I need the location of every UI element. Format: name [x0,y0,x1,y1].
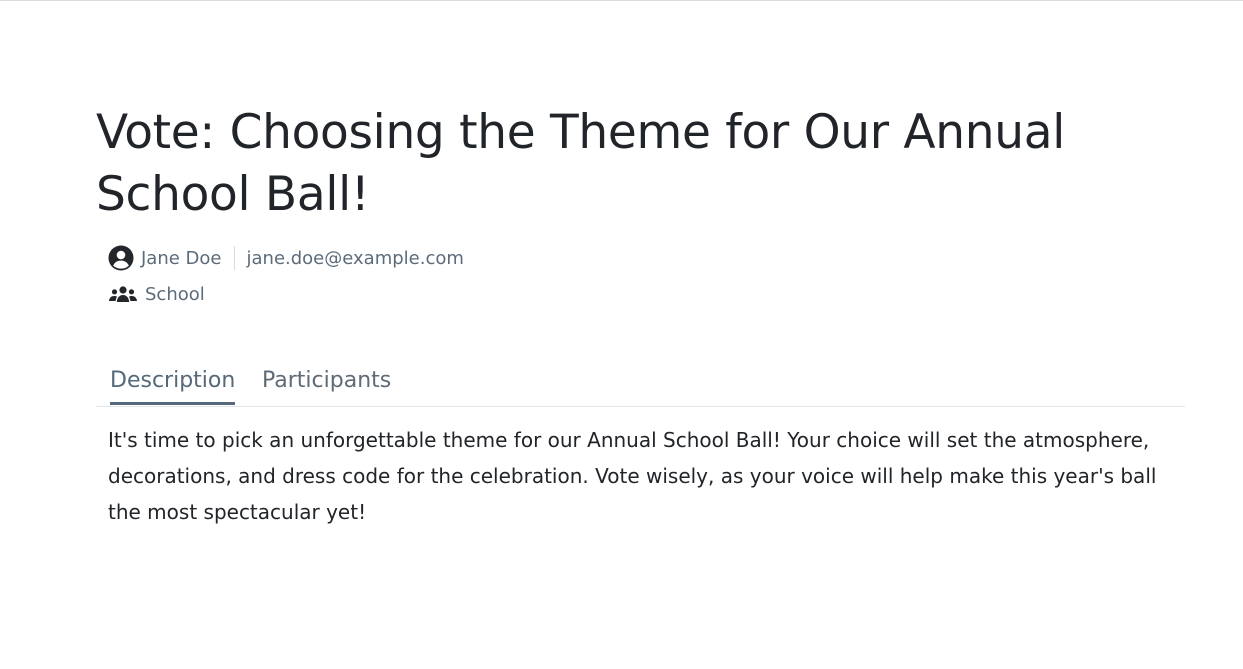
author-row: Jane Doe jane.doe@example.com [108,243,464,273]
author-name: Jane Doe [141,247,222,269]
group-name[interactable]: School [145,284,205,305]
top-divider [0,0,1243,1]
tab-bar: Description Participants [96,362,1185,407]
user-circle-icon [108,245,134,271]
tab-participants[interactable]: Participants [262,362,391,402]
users-group-icon [108,284,138,304]
page-title: Vote: Choosing the Theme for Our Annual … [96,105,1066,222]
group-row: School [108,280,205,308]
meta-separator [233,246,235,270]
tab-description[interactable]: Description [110,362,236,405]
author-email: jane.doe@example.com [246,247,464,269]
poll-description: It's time to pick an unforgettable theme… [108,428,1157,524]
